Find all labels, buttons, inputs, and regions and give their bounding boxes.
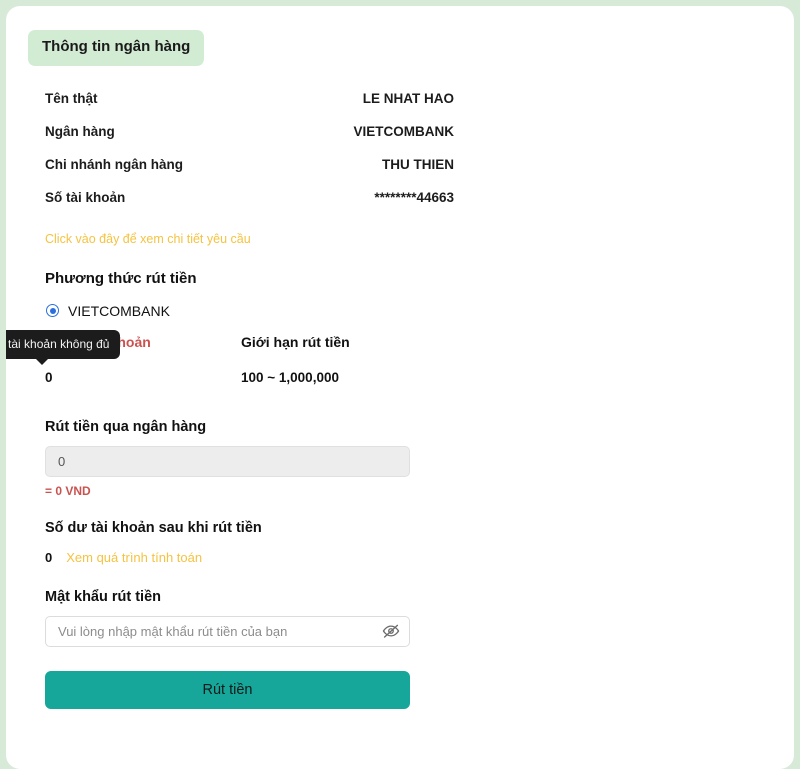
amount-label: Rút tiền qua ngân hàng [45,419,794,435]
info-label-real-name: Tên thật [45,91,98,106]
after-balance-label: Số dư tài khoản sau khi rút tiền [45,520,794,536]
insufficient-balance-tooltip: Số dư tài khoản không đủ [6,330,120,359]
submit-wrap: Rút tiền [45,671,794,709]
limit-value: 100 ~ 1,000,000 [241,370,437,385]
amount-converted-note: = 0 VND [45,484,794,498]
table-row: Số tài khoản ********44663 [45,181,454,214]
page-background: Thông tin ngân hàng Tên thật LE NHAT HAO… [0,0,800,769]
radio-selected-icon[interactable] [46,304,59,317]
withdrawal-card: Thông tin ngân hàng Tên thật LE NHAT HAO… [6,6,794,769]
password-input-wrap [45,616,410,647]
amount-input-wrap [45,446,794,477]
withdraw-button[interactable]: Rút tiền [45,671,410,709]
limit-heading: Giới hạn rút tiền [241,333,437,351]
password-section: Mật khẩu rút tiền [6,589,794,647]
after-balance-section: Số dư tài khoản sau khi rút tiền 0 Xem q… [6,520,794,565]
table-row: Ngân hàng VIETCOMBANK [45,115,454,148]
info-value-account-number: ********44663 [374,190,454,205]
radio-option-vietcombank[interactable]: VIETCOMBANK [46,303,794,319]
table-row: Chi nhánh ngân hàng THU THIEN [45,148,454,181]
after-balance-line: 0 Xem quá trình tính toán [45,550,794,565]
info-value-bank: VIETCOMBANK [354,124,455,139]
withdraw-method-title: Phương thức rút tiền [45,270,794,287]
info-value-branch: THU THIEN [382,157,454,172]
view-calculation-link[interactable]: Xem quá trình tính toán [66,550,202,565]
bank-info-list: Tên thật LE NHAT HAO Ngân hàng VIETCOMBA… [6,82,794,214]
amount-section: Rút tiền qua ngân hàng = 0 VND [6,419,794,498]
info-label-account-number: Số tài khoản [45,190,125,205]
bank-info-badge: Thông tin ngân hàng [28,30,204,66]
table-row: Tên thật LE NHAT HAO [45,82,454,115]
radio-option-label: VIETCOMBANK [68,303,170,319]
bank-info-header: Thông tin ngân hàng [6,6,794,66]
limit-column: Giới hạn rút tiền 100 ~ 1,000,000 [241,333,437,385]
info-label-branch: Chi nhánh ngân hàng [45,157,183,172]
stats-row: Số dư tài khoản 0 Giới hạn rút tiền 100 … [6,333,794,385]
amount-input[interactable] [45,446,410,477]
info-value-real-name: LE NHAT HAO [363,91,454,106]
after-balance-value: 0 [45,550,52,565]
password-input[interactable] [45,616,410,647]
balance-value: 0 [45,370,241,385]
password-label: Mật khẩu rút tiền [45,589,794,605]
eye-slash-icon[interactable] [382,622,400,640]
request-detail-link[interactable]: Click vào đây để xem chi tiết yêu cầu [45,232,794,246]
info-label-bank: Ngân hàng [45,124,115,139]
